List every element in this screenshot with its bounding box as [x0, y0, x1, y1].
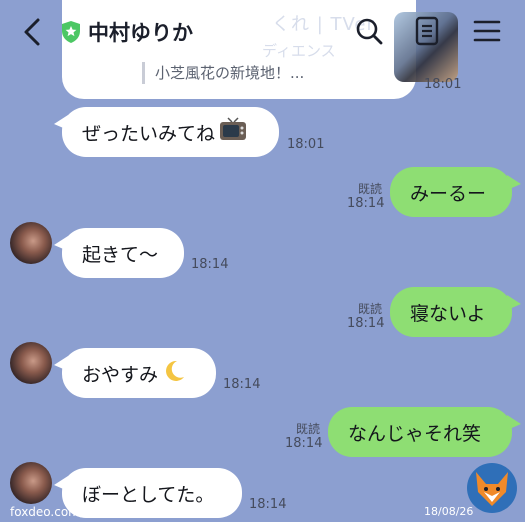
read-receipt: 既読 [357, 302, 382, 316]
outgoing-message[interactable]: 寝ないよ [390, 287, 521, 337]
message-time: 18:14 [347, 196, 385, 211]
avatar[interactable] [10, 222, 52, 264]
search-icon[interactable] [352, 14, 386, 48]
chat-screen: くれ | TVer ディエンス 小芝風花の新境地！... 18:01 中村ゆりか [0, 0, 525, 522]
message-text: ぜったいみてね [82, 122, 216, 145]
chat-header: 中村ゆりか [0, 0, 525, 64]
incoming-message[interactable]: おやすみ [54, 348, 216, 398]
message-text: みーるー [410, 182, 487, 205]
chevron-left-icon[interactable] [18, 14, 48, 50]
message-time: 18:14 [249, 497, 287, 512]
incoming-message[interactable]: ぜったいみてね [54, 107, 279, 157]
message-text: おやすみ [82, 363, 159, 386]
watermark-site: foxdeo.com/@tahmilancisa [10, 505, 173, 519]
message-text: ぼーとしてた。 [82, 483, 215, 506]
crescent-moon-icon [162, 359, 186, 388]
message-text: なんじゃそれ笑 [348, 422, 482, 445]
outgoing-message[interactable]: みーるー [390, 167, 521, 217]
incoming-message[interactable]: 起きて〜 [54, 228, 184, 278]
message-time: 18:14 [285, 436, 323, 451]
fox-logo-icon [467, 463, 517, 513]
message-time: 18:14 [223, 377, 261, 392]
outgoing-message[interactable]: なんじゃそれ笑 [328, 407, 521, 457]
message-time: 18:14 [347, 316, 385, 331]
notes-icon[interactable] [410, 14, 444, 48]
message-time: 18:01 [287, 137, 325, 152]
tv-emoji-icon [219, 116, 247, 148]
menu-icon[interactable] [470, 14, 504, 48]
avatar[interactable] [10, 342, 52, 384]
message-text: 起きて〜 [82, 243, 159, 266]
message-text: 寝ないよ [410, 302, 486, 325]
contact-title[interactable]: 中村ゆりか [60, 16, 193, 48]
preview-description: 小芝風花の新境地！... [142, 62, 304, 84]
read-receipt: 既読 [295, 422, 320, 436]
contact-name: 中村ゆりか [88, 21, 193, 45]
verified-shield-icon [62, 21, 80, 43]
avatar[interactable] [10, 462, 52, 504]
read-receipt: 既読 [357, 182, 382, 196]
message-time: 18:14 [191, 257, 229, 272]
preview-time: 18:01 [424, 77, 462, 92]
